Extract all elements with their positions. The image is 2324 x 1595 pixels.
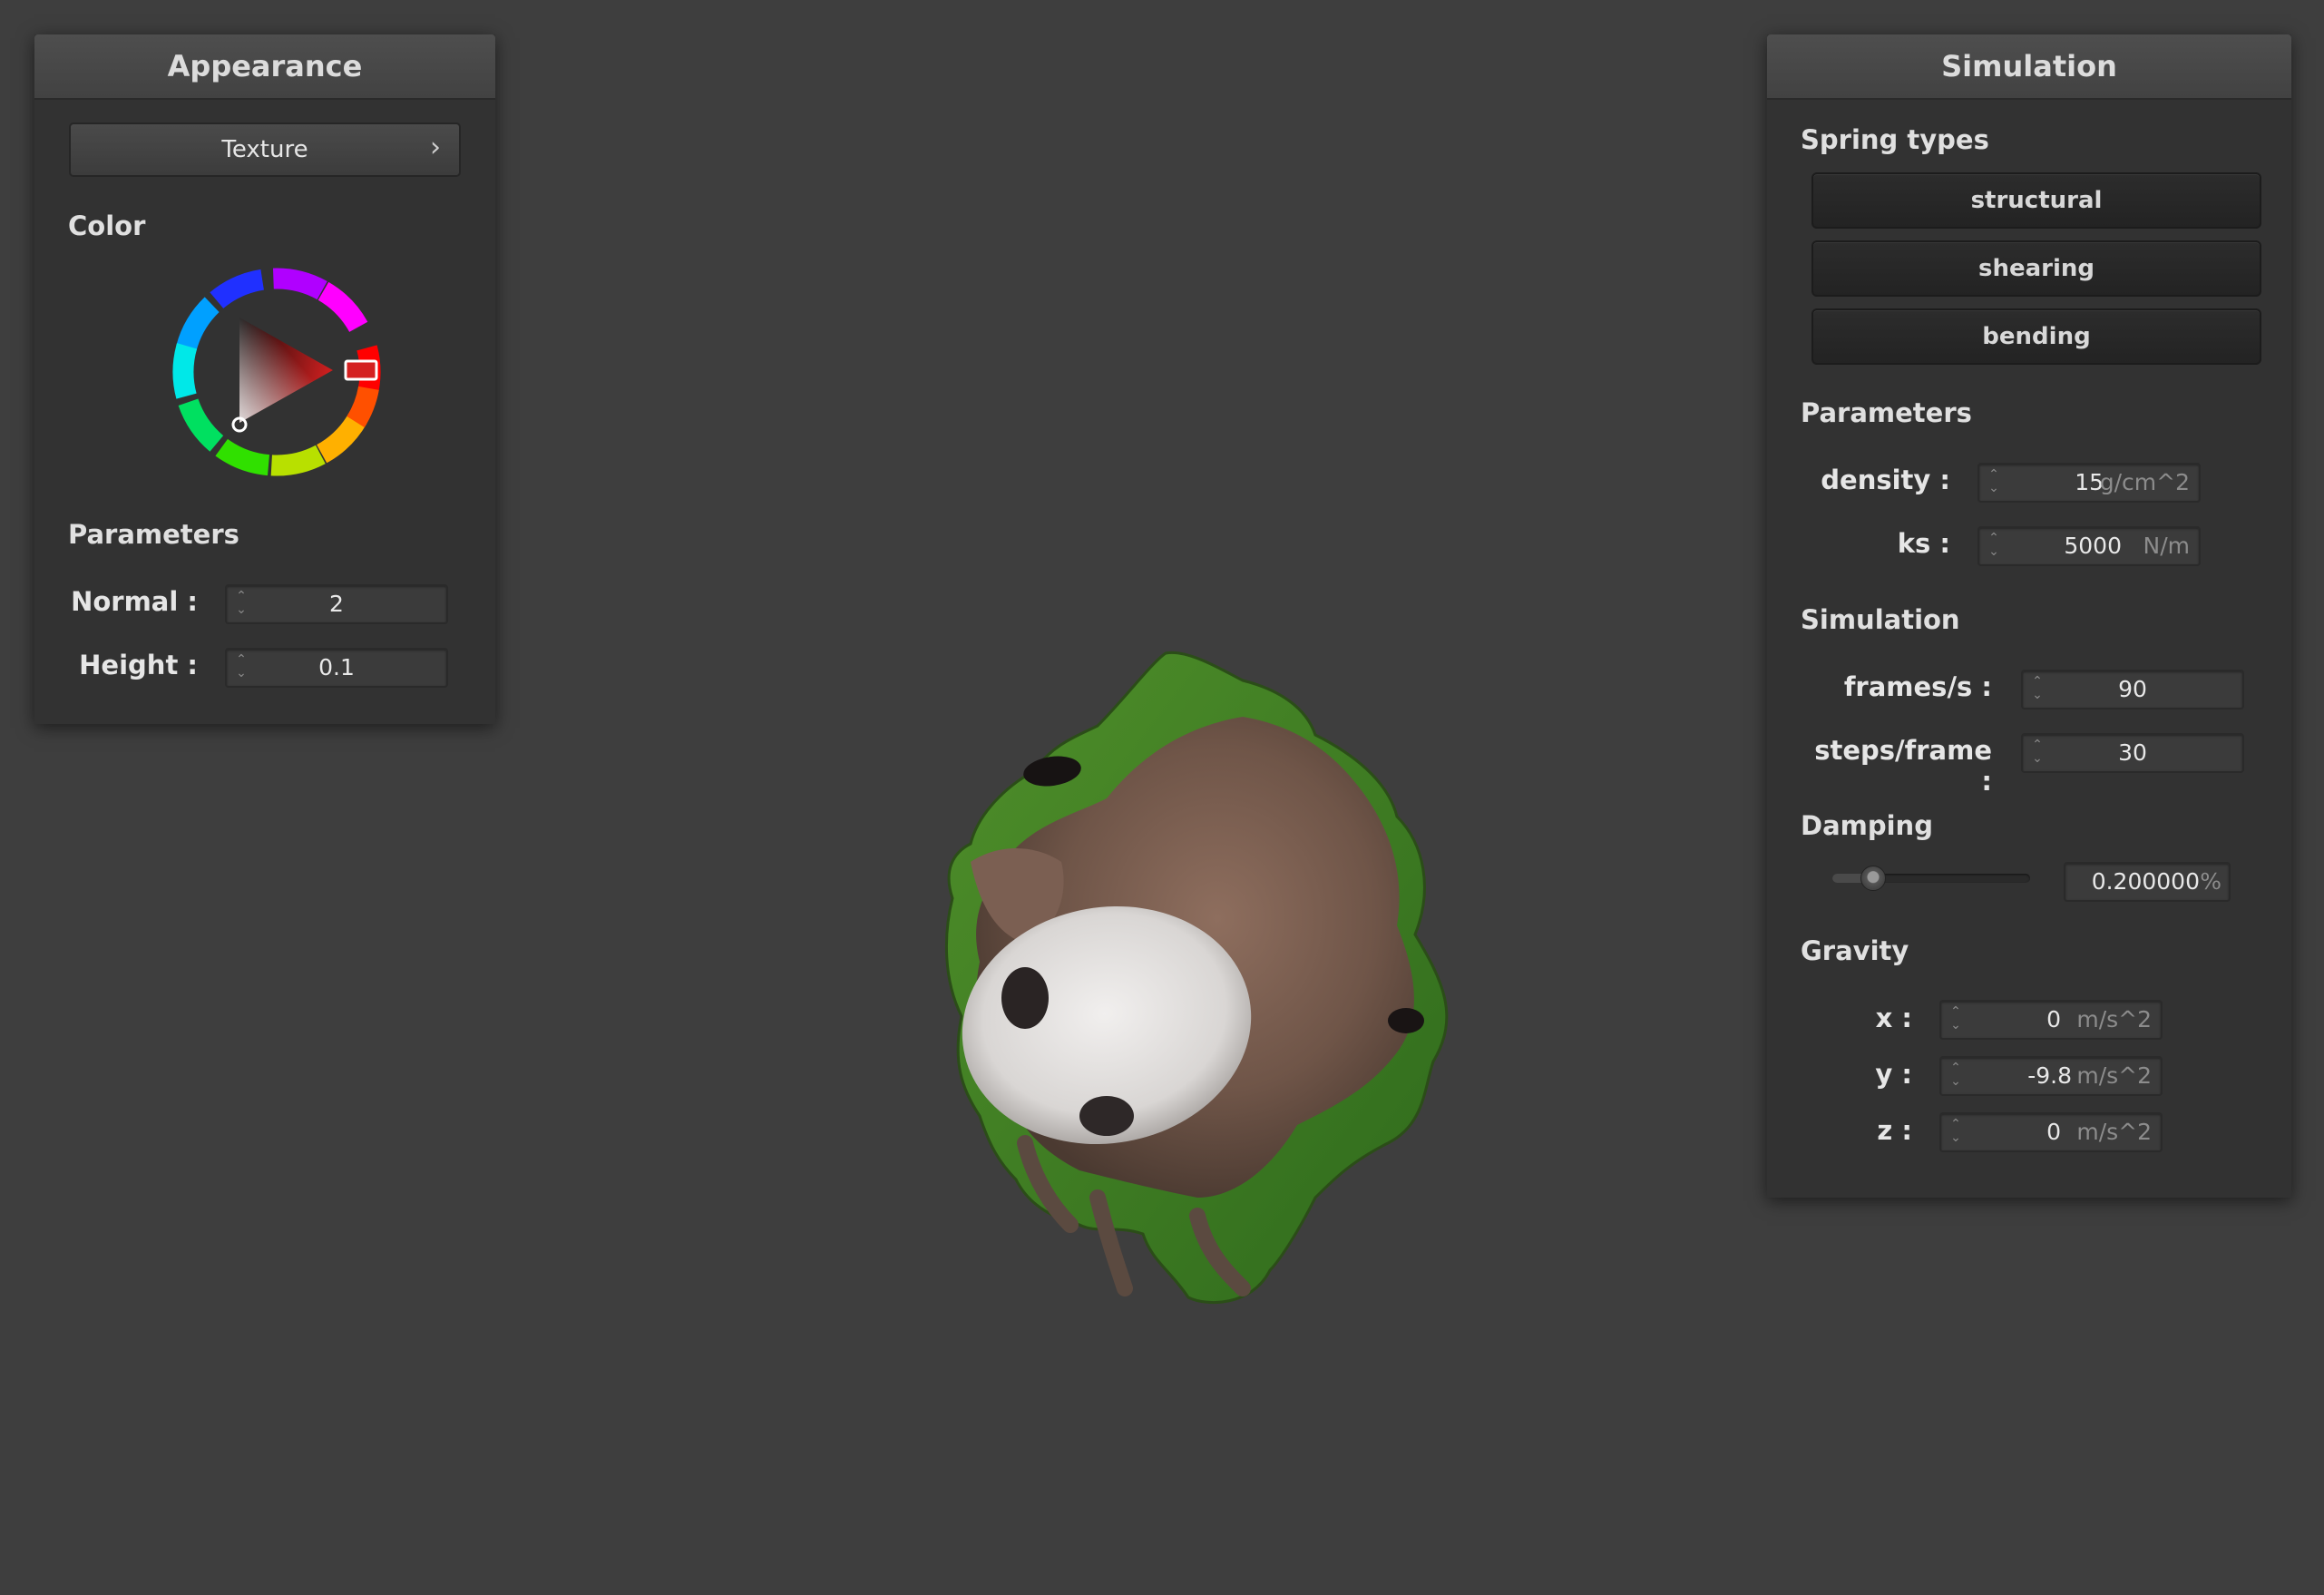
frames-per-second-spinbox[interactable]: ⌃ ⌄ 90 (2021, 670, 2244, 709)
cloth-nostril-right (1079, 1096, 1134, 1136)
damping-label: Damping (1801, 810, 1933, 841)
spring-types-label: Spring types (1801, 124, 1989, 155)
ks-label: ks : (1897, 528, 1950, 559)
frames-per-second-value: 90 (2118, 676, 2147, 702)
gravity-y-value: -9.8 (2027, 1062, 2072, 1089)
gravity-y-spinbox[interactable]: ⌃ ⌄ -9.8 m/s^2 (1939, 1056, 2163, 1096)
appearance-panel-title: Appearance (34, 34, 495, 100)
damping-value-field[interactable]: 0.200000 % (2064, 862, 2231, 902)
chevron-right-icon: › (430, 132, 441, 163)
appearance-parameters-label: Parameters (68, 519, 239, 550)
cloth-eye-right (1388, 1008, 1424, 1033)
normal-spinbox[interactable]: ⌃ ⌄ 2 (225, 584, 448, 624)
frames-per-second-label: frames/s : (1843, 671, 1992, 702)
spring-shearing-button[interactable]: shearing (1811, 240, 2261, 297)
color-label: Color (68, 210, 146, 241)
gravity-x-label: x : (1875, 1003, 1912, 1033)
texture-button-label: Texture (221, 136, 308, 163)
simulation-section-label: Simulation (1801, 604, 1960, 635)
gravity-y-unit: m/s^2 (2076, 1062, 2152, 1089)
ks-value: 5000 (2064, 533, 2122, 559)
steps-per-frame-value: 30 (2118, 739, 2147, 766)
gravity-x-unit: m/s^2 (2076, 1006, 2152, 1032)
spin-arrows-icon[interactable]: ⌃ ⌄ (1985, 532, 2003, 561)
height-value: 0.1 (318, 654, 355, 680)
gravity-y-label: y : (1875, 1059, 1912, 1090)
gravity-x-spinbox[interactable]: ⌃ ⌄ 0 m/s^2 (1939, 1000, 2163, 1040)
spin-arrows-icon[interactable]: ⌃ ⌄ (1947, 1062, 1965, 1091)
ks-unit: N/m (2143, 533, 2190, 559)
gravity-z-value: 0 (2046, 1119, 2061, 1145)
spring-structural-button[interactable]: structural (1811, 172, 2261, 229)
steps-per-frame-spinbox[interactable]: ⌃ ⌄ 30 (2021, 733, 2244, 773)
simulation-panel-title: Simulation (1767, 34, 2291, 100)
gravity-label: Gravity (1801, 935, 1909, 966)
texture-button[interactable]: Texture › (69, 122, 461, 177)
gravity-x-value: 0 (2046, 1006, 2061, 1032)
steps-per-frame-label: steps/frame : (1814, 735, 1992, 797)
height-label: Height : (79, 650, 198, 680)
damping-slider[interactable] (1832, 866, 2030, 891)
spin-arrows-icon[interactable]: ⌃ ⌄ (1947, 1005, 1965, 1034)
density-unit: g/cm^2 (2099, 469, 2190, 495)
damping-value: 0.200000 (2091, 868, 2200, 895)
damping-slider-knob[interactable] (1860, 866, 1886, 891)
gravity-z-spinbox[interactable]: ⌃ ⌄ 0 m/s^2 (1939, 1112, 2163, 1152)
normal-value: 2 (329, 591, 344, 617)
density-label: density : (1821, 465, 1950, 495)
spring-bending-button[interactable]: bending (1811, 308, 2261, 365)
height-spinbox[interactable]: ⌃ ⌄ 0.1 (225, 648, 448, 688)
normal-label: Normal : (71, 586, 198, 617)
spin-arrows-icon[interactable]: ⌃ ⌄ (1985, 468, 2003, 497)
density-spinbox[interactable]: ⌃ ⌄ 15 g/cm^2 (1977, 463, 2201, 503)
ks-spinbox[interactable]: ⌃ ⌄ 5000 N/m (1977, 526, 2201, 566)
hue-handle[interactable] (344, 359, 378, 381)
cloth-mesh-viewport[interactable] (844, 635, 1479, 1306)
color-wheel[interactable] (163, 263, 390, 490)
gravity-z-label: z : (1877, 1115, 1912, 1146)
gravity-z-unit: m/s^2 (2076, 1119, 2152, 1145)
simulation-parameters-label: Parameters (1801, 397, 1972, 428)
damping-unit: % (2200, 868, 2221, 895)
cloth-nostril-left (1001, 967, 1049, 1029)
spin-arrows-icon[interactable]: ⌃ ⌄ (1947, 1118, 1965, 1147)
